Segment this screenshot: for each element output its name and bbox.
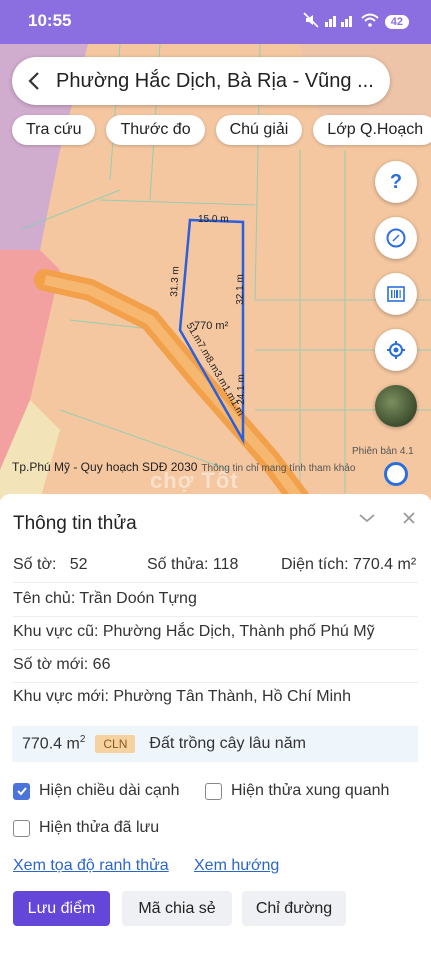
- wifi-icon: [361, 13, 379, 30]
- new-area: Khu vực mới: Phường Tân Thành, Hồ Chí Mi…: [13, 688, 351, 705]
- view-coordinates-link[interactable]: Xem tọa độ ranh thửa: [13, 857, 169, 875]
- checkbox-unchecked-icon[interactable]: [205, 782, 222, 800]
- map-view[interactable]: 15.0 m 31.3 m 32.1 m 24.1 m 51.m7.m8.m3.…: [0, 44, 431, 500]
- show-saved-checkbox[interactable]: Hiện thửa đã lưu: [13, 819, 159, 837]
- watermark: chợ Tốt: [150, 468, 239, 493]
- show-neighbors-checkbox[interactable]: Hiện thửa xung quanh: [205, 782, 389, 800]
- sheet-number: Số tờ: 52: [13, 556, 88, 573]
- new-sheet-number: Số tờ mới: 66: [13, 656, 418, 683]
- location-title: Phường Hắc Dịch, Bà Rịa - Vũng ...: [56, 69, 374, 92]
- close-icon[interactable]: [398, 507, 420, 529]
- checkbox-label: Hiện thửa đã lưu: [39, 819, 160, 836]
- sheet-title: Thông tin thửa: [13, 513, 137, 534]
- save-point-button[interactable]: Lưu điểm: [13, 891, 110, 926]
- parcel-info-sheet: Thông tin thửa Số tờ: 52 Số thửa: 118 Di…: [0, 494, 431, 960]
- edge-label-top: 15.0 m: [198, 214, 229, 225]
- search-bar[interactable]: Phường Hắc Dịch, Bà Rịa - Vũng ...: [12, 57, 390, 105]
- checkbox-label: Hiện thửa xung quanh: [231, 782, 390, 799]
- parcel-number: Số thửa: 118: [147, 556, 239, 573]
- compass-button[interactable]: [375, 217, 417, 259]
- crosshair-icon: [387, 341, 405, 359]
- help-icon: ?: [389, 170, 403, 193]
- status-time: 10:55: [28, 11, 72, 30]
- chip-legend[interactable]: Chú giải: [215, 115, 303, 145]
- directions-button[interactable]: Chỉ đường: [242, 891, 346, 926]
- barcode-icon: [387, 286, 405, 302]
- owner-name: Tên chủ: Trần Doón Tựng: [13, 590, 418, 617]
- version-label: Phiên bản 4.1: [352, 446, 414, 457]
- battery-indicator: 42: [384, 14, 409, 29]
- mute-icon: [303, 12, 319, 31]
- land-use-area: 770.4 m2: [22, 734, 86, 753]
- share-code-button[interactable]: Mã chia sẻ: [122, 891, 232, 926]
- land-use-row: 770.4 m2 CLN Đất trồng cây lâu năm: [12, 726, 418, 762]
- compass-icon: [386, 228, 406, 248]
- satellite-layer-button[interactable]: [375, 385, 417, 427]
- show-edge-length-checkbox[interactable]: Hiện chiều dài cạnh: [13, 782, 180, 800]
- land-use-type: Đất trồng cây lâu năm: [149, 735, 306, 752]
- help-button[interactable]: ?: [375, 161, 417, 203]
- locate-button[interactable]: [375, 329, 417, 371]
- status-icons: 42: [303, 12, 409, 31]
- old-area: Khu vực cũ: Phường Hắc Dịch, Thành phố P…: [13, 623, 418, 650]
- chip-lookup[interactable]: Tra cứu: [12, 115, 96, 145]
- chip-planning-layer[interactable]: Lớp Q.Hoạch: [313, 115, 431, 145]
- barcode-button[interactable]: [375, 273, 417, 315]
- checkbox-label: Hiện chiều dài cạnh: [39, 782, 180, 799]
- edge-label-left: 31.3 m: [168, 265, 182, 298]
- status-bar: 10:55 42: [0, 0, 431, 44]
- back-arrow-icon[interactable]: [12, 57, 56, 105]
- area-label: 770 m²: [194, 320, 229, 332]
- view-direction-link[interactable]: Xem hướng: [194, 857, 279, 875]
- map-canvas: [0, 44, 431, 500]
- edge-label-right: 32.1 m: [234, 274, 246, 305]
- info-row-sheet: Số tờ: 52 Số thửa: 118 Diện tích: 770.4 …: [13, 556, 418, 583]
- checkbox-unchecked-icon[interactable]: [13, 819, 30, 837]
- chip-ruler[interactable]: Thước đo: [106, 115, 205, 145]
- checkbox-checked-icon[interactable]: [13, 782, 30, 800]
- area-value: Diện tích: 770.4 m²: [281, 556, 417, 573]
- location-marker: [384, 462, 408, 486]
- chevron-down-icon[interactable]: [357, 508, 377, 528]
- signal-icon: [324, 13, 355, 30]
- land-use-code-badge: CLN: [95, 735, 136, 753]
- toolbar-chips: Tra cứu Thước đo Chú giải Lớp Q.Hoạch: [12, 115, 431, 145]
